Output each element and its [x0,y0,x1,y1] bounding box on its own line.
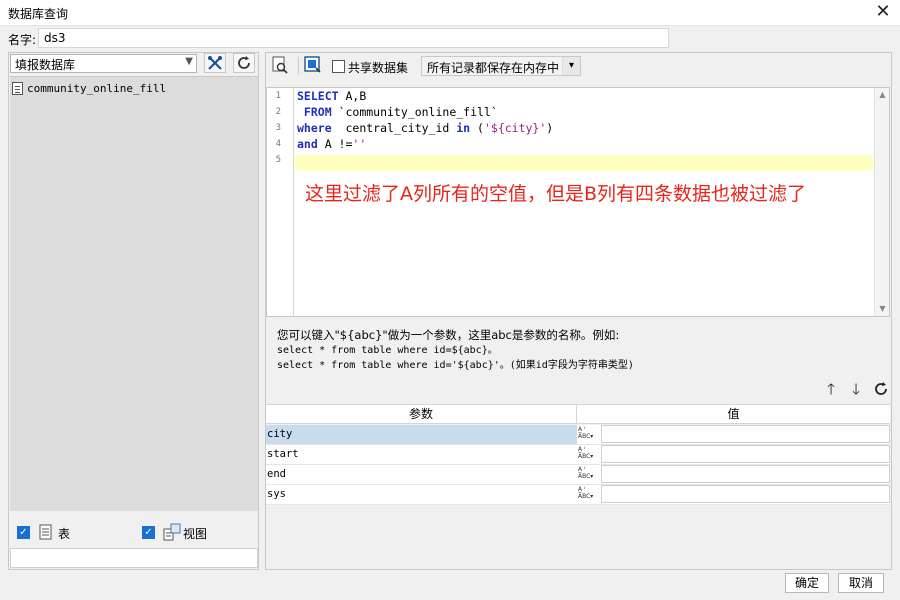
arrow-up-icon: 🡑 [827,380,835,398]
preview-button[interactable] [271,56,291,76]
parameter-hint: 您可以键入"${abc}"做为一个参数，这里abc是参数的名称。例如: sele… [277,328,887,373]
table-row[interactable]: city A̲ ᴵ ABC▾ [266,425,890,445]
line-number: 2 [275,107,281,117]
close-icon[interactable]: ✕ [872,2,894,24]
database-link-button[interactable] [304,56,324,76]
line-number: 5 [275,155,281,165]
tree-item-community-online-fill[interactable]: community_online_fill [12,79,166,97]
current-line-highlight [295,155,873,171]
tree-item-label: community_online_fill [27,81,167,95]
code-token: in [456,121,471,135]
param-value-input[interactable] [601,425,890,443]
view-icon [163,523,181,544]
code-token: FROM [297,105,332,119]
view-checkbox[interactable]: ✓ [142,526,155,539]
refresh-params-button[interactable] [871,379,891,399]
chevron-down-icon: ▾ [562,57,580,75]
table-list-icon [39,524,53,543]
column-param: 参数 [266,405,577,423]
table-row[interactable]: end A̲ ᴵ ABC▾ [266,465,890,485]
code-line-2[interactable]: FROM `community_online_fill` [297,104,498,120]
cancel-button[interactable]: 取消 [838,573,884,593]
param-value-input[interactable] [601,465,890,483]
code-token: SELECT [297,89,339,103]
scroll-up-icon[interactable]: ▲ [875,88,890,102]
move-up-button[interactable]: 🡑 [821,379,841,399]
code-token: and [297,137,318,151]
code-token: A != [317,137,353,151]
code-token: A,B [338,89,367,103]
view-toggle-label: 视图 [183,527,208,541]
code-token: ) [546,121,554,135]
table-toggle-label: 表 [58,527,71,541]
code-token: ( [470,121,484,135]
line-number-gutter: 1 2 3 4 5 [267,88,294,316]
refresh-icon [875,382,887,395]
database-select[interactable]: 填报数据库 ▼ [10,54,197,73]
code-token: '' [352,137,367,151]
toolbar-divider [298,57,301,75]
hint-line-2: select * from table where id=${abc}。 [277,345,498,356]
share-dataset-checkbox[interactable] [332,60,345,73]
chevron-down-icon: ▼ [185,56,193,67]
line-number: 4 [275,139,281,149]
memory-mode-value: 所有记录都保存在内存中 [427,61,560,75]
line-number: 3 [275,123,281,133]
code-token: `community_online_fill` [331,105,498,119]
table-filter-input[interactable] [10,548,258,568]
column-value: 值 [727,407,740,421]
hint-line-1: 您可以键入"${abc}"做为一个参数，这里abc是参数的名称。例如: [277,328,620,342]
preview-icon [272,56,288,74]
code-token: where [297,121,332,135]
tools-icon [208,56,222,70]
param-value-input[interactable] [601,485,890,503]
code-token: '${city}' [483,121,547,135]
table-row[interactable]: sys A̲ ᴵ ABC▾ [266,485,890,505]
scroll-down-icon[interactable]: ▼ [875,302,890,316]
code-line-4[interactable]: and A !='' [297,136,366,152]
type-icon[interactable]: A̲ ᴵ ABC▾ [577,425,601,444]
param-name[interactable]: sys [266,485,577,504]
database-link-icon [304,56,321,73]
table-tree [10,76,258,511]
share-dataset-label: 共享数据集 [348,61,409,75]
hint-line-3: select * from table where id='${abc}'。(如… [277,360,634,371]
tools-button[interactable] [204,53,226,73]
editor-scrollbar[interactable]: ▲ ▼ [874,88,889,316]
code-line-3[interactable]: where central_city_id in ('${city}') [297,120,553,136]
move-down-button[interactable]: 🡓 [846,379,866,399]
name-input[interactable]: ds3 [38,28,669,48]
table-row[interactable]: start A̲ ᴵ ABC▾ [266,445,890,465]
arrow-down-icon: 🡓 [852,380,860,398]
memory-mode-select[interactable]: 所有记录都保存在内存中 ▾ [421,56,581,76]
code-line-1[interactable]: SELECT A,B [297,88,366,104]
refresh-button[interactable] [233,53,255,73]
ok-button[interactable]: 确定 [785,573,829,593]
window-title: 数据库查询 [8,7,69,21]
table-checkbox[interactable]: ✓ [17,526,30,539]
type-icon[interactable]: A̲ ᴵ ABC▾ [577,445,601,464]
title-bar [0,0,900,26]
name-label: 名字: [8,33,37,47]
param-name[interactable]: city [266,425,577,444]
annotation-text: 这里过滤了A列所有的空值，但是B列有四条数据也被过滤了 [305,183,807,205]
param-value-input[interactable] [601,445,890,463]
line-number: 1 [275,91,281,101]
refresh-icon [238,56,250,69]
param-name[interactable]: end [266,465,577,484]
code-token: central_city_id [331,121,457,135]
type-icon[interactable]: A̲ ᴵ ABC▾ [577,485,601,504]
table-icon [12,81,23,95]
param-table-header: 参数 值 [266,404,890,424]
param-name[interactable]: start [266,445,577,464]
type-icon[interactable]: A̲ ᴵ ABC▾ [577,465,601,484]
database-select-value: 填报数据库 [15,58,76,72]
